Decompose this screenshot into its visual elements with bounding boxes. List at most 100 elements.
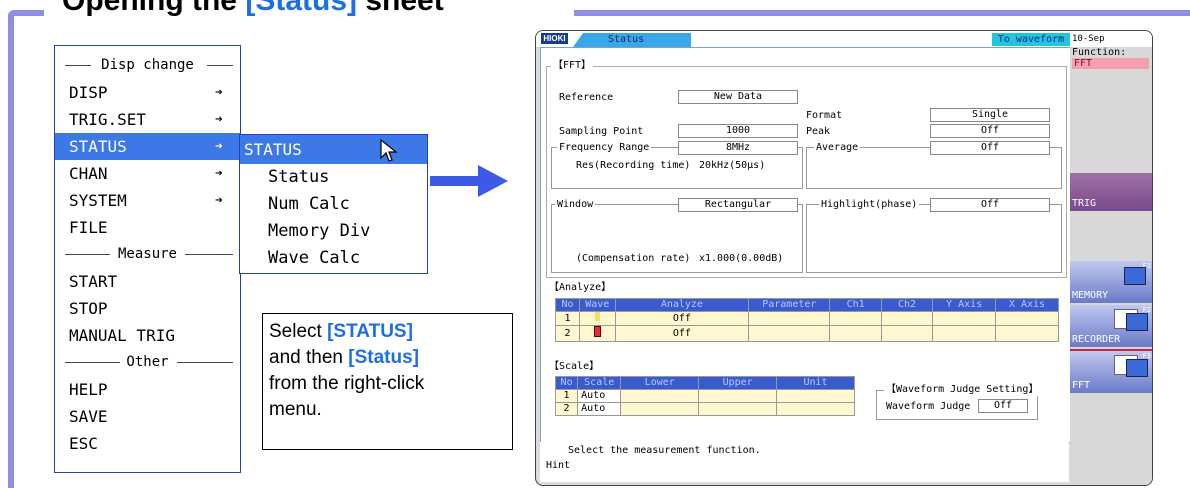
reference-field[interactable]: New Data — [678, 90, 798, 104]
title-highlight: [Status] — [245, 0, 357, 17]
scale-section-title: 【Scale】 — [549, 361, 600, 372]
average-field[interactable]: Off — [930, 141, 1050, 155]
callout-line-4: menu. — [269, 399, 322, 420]
fkey-memory[interactable]: F1 MEMORY — [1070, 261, 1152, 303]
callout-highlight-status-sheet: [Status] — [348, 347, 419, 368]
section-label: Measure — [117, 246, 177, 262]
hint-message: Select the measurement function. — [568, 445, 761, 456]
res-value: 20kHz(50μs) — [699, 160, 766, 171]
chevron-right-icon: ➔ — [215, 112, 223, 127]
hioki-logo: HIOKI — [541, 33, 568, 44]
menu-item-manual-trig[interactable]: MANUAL TRIG — [55, 322, 240, 349]
title-suffix: sheet — [357, 0, 444, 17]
callout-line-1: Select [STATUS] — [269, 321, 413, 342]
menu-item-status[interactable]: STATUS ➔ — [55, 133, 240, 160]
wave-color-swatch — [593, 326, 601, 337]
page-title: Opening the [Status] sheet — [62, 0, 444, 18]
average-label: Average — [814, 142, 861, 154]
memory-mode-icon — [1124, 267, 1146, 285]
function-value[interactable]: FFT — [1072, 58, 1149, 69]
window-field[interactable]: Rectangular — [678, 198, 798, 212]
fkey-trig[interactable]: TRIG — [1070, 173, 1152, 211]
column-header: Y Axis — [932, 298, 997, 312]
column-header: Wave — [579, 298, 616, 312]
table-row[interactable]: 1 Auto — [554, 389, 855, 403]
highlight-label: Highlight(phase) — [819, 199, 920, 211]
menu-item-trig-set[interactable]: TRIG.SET ➔ — [55, 106, 240, 133]
section-other: Other — [55, 349, 240, 376]
right-arrow-icon — [430, 165, 508, 197]
menu-item-save[interactable]: SAVE — [55, 403, 240, 430]
peak-label: Peak — [806, 126, 831, 137]
analyze-table: No Wave Analyze Parameter Ch1 Ch2 Y Axis… — [555, 298, 1059, 342]
window-label: Window — [555, 199, 596, 211]
menu-item-file[interactable]: FILE — [55, 214, 240, 241]
compensation-label: (Compensation rate) — [576, 253, 691, 264]
frame-left-border — [8, 10, 14, 488]
fft-overlay-icon — [1126, 359, 1148, 377]
chevron-right-icon: ➔ — [215, 139, 223, 154]
clock-display: 10-Sep 14:06:24 — [1072, 34, 1115, 57]
fkey-fft[interactable]: F3 FFT — [1070, 349, 1152, 393]
section-measure: Measure — [55, 241, 240, 268]
hint-label: Hint — [546, 460, 571, 471]
res-label: Res(Recording time) — [576, 160, 691, 171]
sampling-point-label: Sampling Point — [559, 126, 644, 137]
section-label: Disp change — [101, 57, 194, 73]
callout-line-3: from the right-click — [269, 373, 425, 394]
chevron-right-icon: ➔ — [215, 166, 223, 181]
instruction-callout: Select [STATUS] and then [Status] from t… — [262, 313, 513, 450]
submenu-item-wave-calc[interactable]: Wave Calc — [268, 245, 360, 272]
table-row[interactable]: 2 Off — [555, 325, 1059, 342]
fft-section-title: 【FFT】 — [551, 60, 594, 72]
wave-color-swatch — [594, 312, 600, 321]
column-header: Ch1 — [829, 298, 882, 312]
column-header: Ch2 — [880, 298, 934, 312]
mouse-pointer-icon — [380, 138, 398, 162]
column-header: Analyze — [614, 298, 750, 312]
to-waveform-button[interactable]: To waveform — [992, 33, 1070, 46]
scale-table: No Scale Lower Upper Unit 1 Auto 2 Auto — [554, 376, 855, 416]
column-header: X Axis — [995, 298, 1059, 312]
compensation-value: x1.000(0.00dB) — [699, 253, 784, 264]
frame-top-right-border — [574, 10, 1190, 16]
hint-bar: Select the measurement function. Hint — [540, 442, 1069, 482]
waveform-judge-field[interactable]: Off — [978, 399, 1028, 413]
highlight-group — [806, 204, 1062, 273]
menu-item-chan[interactable]: CHAN ➔ — [55, 160, 240, 187]
function-label: Function: — [1072, 47, 1127, 58]
menu-item-start[interactable]: START — [55, 268, 240, 295]
column-header: No — [554, 376, 579, 390]
submenu-item-memory-div[interactable]: Memory Div — [268, 218, 370, 245]
device-screen: HIOKI Status To waveform 10-Sep 14:06:24… — [535, 30, 1153, 486]
title-prefix: Opening the — [62, 0, 246, 17]
menu-item-system[interactable]: SYSTEM ➔ — [55, 187, 240, 214]
peak-field[interactable]: Off — [930, 124, 1050, 138]
menu-item-disp[interactable]: DISP ➔ — [55, 79, 240, 106]
column-header: Parameter — [748, 298, 831, 312]
column-header: Scale — [577, 376, 622, 390]
status-sheet-panel: 【FFT】 Reference New Data Format Single S… — [540, 47, 1071, 443]
menu-item-esc[interactable]: ESC — [55, 430, 240, 457]
reference-label: Reference — [559, 92, 614, 103]
tab-status[interactable]: Status — [573, 33, 691, 47]
table-row[interactable]: 2 Auto — [554, 402, 855, 416]
frequency-range-field[interactable]: 8MHz — [678, 141, 798, 155]
format-label: Format — [806, 110, 843, 121]
highlight-field[interactable]: Off — [930, 198, 1050, 212]
screen-top-bar: HIOKI Status To waveform 10-Sep 14:06:24 — [536, 31, 1152, 57]
menu-item-help[interactable]: HELP — [55, 376, 240, 403]
table-row[interactable]: 1 Off — [555, 311, 1059, 326]
column-header: No — [555, 298, 580, 312]
menu-item-stop[interactable]: STOP — [55, 295, 240, 322]
context-menu: Disp change DISP ➔ TRIG.SET ➔ STATUS ➔ CHAN… — [54, 45, 241, 473]
frame-top-left-border — [8, 10, 44, 16]
sampling-point-field[interactable]: 1000 — [678, 124, 798, 138]
callout-highlight-status-menu: [STATUS] — [327, 321, 413, 342]
format-field[interactable]: Single — [930, 108, 1050, 122]
submenu-item-status[interactable]: Status — [268, 164, 329, 191]
chevron-right-icon: ➔ — [215, 85, 223, 100]
section-label: Other — [126, 354, 169, 370]
fkey-recorder[interactable]: F2 RECORDER — [1070, 305, 1152, 347]
submenu-item-num-calc[interactable]: Num Calc — [268, 191, 350, 218]
